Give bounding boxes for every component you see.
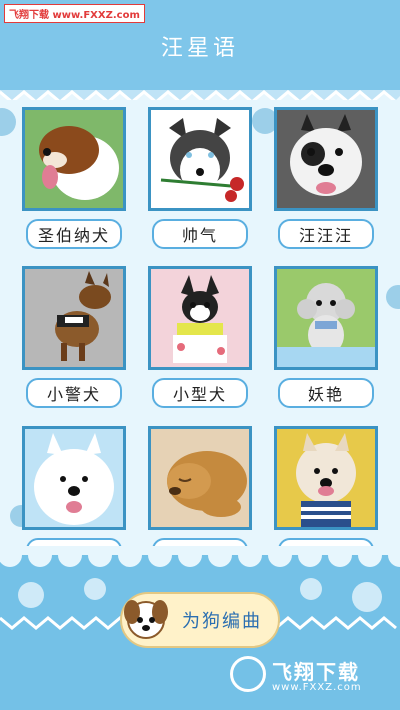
dog-card-poodle[interactable]: 妖艳 xyxy=(274,266,378,408)
dog-photo[interactable] xyxy=(22,426,126,530)
panel-scallop xyxy=(0,546,400,567)
dog-label[interactable]: 小型犬 xyxy=(152,378,248,408)
husky-image xyxy=(151,110,249,208)
dog-photo[interactable] xyxy=(274,426,378,530)
samoyed-image xyxy=(25,429,123,527)
dog-photo[interactable] xyxy=(22,266,126,370)
dog-card-police-puppy[interactable]: 小警犬 xyxy=(22,266,126,408)
dog-photo[interactable] xyxy=(274,266,378,370)
dog-photo[interactable] xyxy=(22,107,126,211)
site-watermark: 飞翔下载 www.FXXZ.com xyxy=(230,650,390,700)
site-logo-icon xyxy=(230,656,266,692)
dog-label[interactable]: 圣伯纳犬 xyxy=(26,219,122,249)
top-header: 飞翔下载 www.FXXZ.com 汪星语 xyxy=(0,0,400,90)
page-title: 汪星语 xyxy=(160,36,239,61)
dog-label[interactable]: 妖艳 xyxy=(278,378,374,408)
police-puppy-image xyxy=(25,269,123,367)
poodle-image xyxy=(277,269,375,367)
st-bernard-image xyxy=(25,110,123,208)
sleeping-puppy-image xyxy=(151,429,249,527)
compose-button[interactable]: 为狗编曲 xyxy=(120,592,280,648)
dog-photo[interactable] xyxy=(148,107,252,211)
bulldog-image xyxy=(277,110,375,208)
dog-card-bulldog[interactable]: 汪汪汪 xyxy=(274,107,378,249)
dog-card-husky[interactable]: 帅气 xyxy=(148,107,252,249)
decor-bubble xyxy=(84,578,106,600)
site-tag: 飞翔下载 www.FXXZ.com xyxy=(4,4,145,23)
decor-bubble xyxy=(300,578,322,600)
dog-label[interactable]: 帅气 xyxy=(152,219,248,249)
puppy-icon xyxy=(124,600,168,639)
small-dog-image xyxy=(151,269,249,367)
dog-label[interactable]: 汪汪汪 xyxy=(278,219,374,249)
dog-label[interactable]: 小警犬 xyxy=(26,378,122,408)
decor-bubble xyxy=(352,582,382,612)
dog-card-st-bernard[interactable]: 圣伯纳犬 xyxy=(22,107,126,249)
pomeranian-image xyxy=(277,429,375,527)
dog-photo[interactable] xyxy=(274,107,378,211)
watermark-title: 飞翔下载 xyxy=(272,660,360,684)
compose-button-label: 为狗编曲 xyxy=(182,611,262,632)
watermark-url: www.FXXZ.com xyxy=(272,682,362,693)
app-screen: 飞翔下载 www.FXXZ.com 汪星语 圣伯纳犬 帅气 汪汪汪 小警犬 小型… xyxy=(0,0,400,710)
decor-bubble xyxy=(18,582,44,608)
dog-card-small-dog[interactable]: 小型犬 xyxy=(148,266,252,408)
dog-photo[interactable] xyxy=(148,266,252,370)
dog-photo[interactable] xyxy=(148,426,252,530)
